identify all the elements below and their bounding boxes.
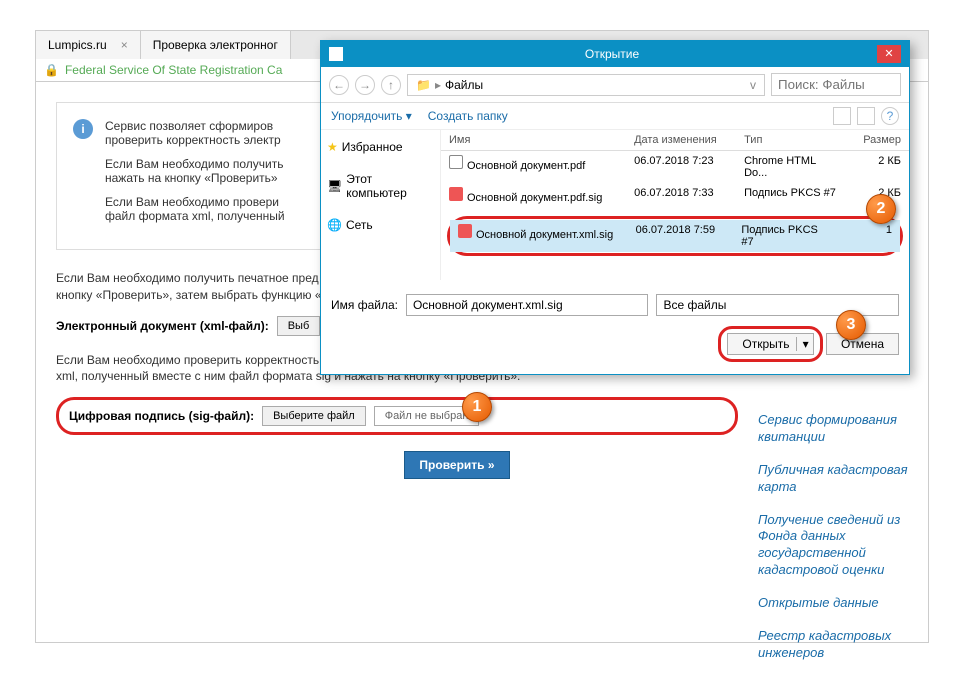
search-input[interactable] [771, 73, 901, 96]
sig-row: Цифровая подпись (sig-файл): Выберите фа… [56, 397, 738, 435]
view-icon[interactable] [833, 107, 851, 125]
col-size[interactable]: Размер [846, 130, 909, 150]
up-icon[interactable]: ↑ [381, 75, 401, 95]
app-icon [329, 47, 343, 61]
filetype-select[interactable] [656, 294, 899, 316]
url-text: Federal Service Of State Registration Ca [65, 63, 282, 77]
cancel-button[interactable]: Отмена [826, 333, 899, 355]
tree-network[interactable]: 🌐 Сеть [327, 214, 434, 236]
sidebar-map[interactable]: Публичная кадастровая карта [758, 462, 908, 496]
close-button[interactable]: ✕ [877, 45, 901, 63]
dialog-toolbar: Упорядочить ▾ Создать папку ? [321, 103, 909, 130]
preview-icon[interactable] [857, 107, 875, 125]
organize-menu[interactable]: Упорядочить ▾ [331, 109, 412, 123]
verify-button[interactable]: Проверить » [404, 451, 509, 479]
file-list: Имя Дата изменения Тип Размер Основной д… [441, 130, 909, 280]
lock-icon: 🔒 [44, 63, 59, 77]
file-open-dialog: Открытие ✕ ← → ↑ 📁 ▸ Файлы v Упорядочить… [320, 40, 910, 375]
info-icon: i [73, 119, 93, 139]
callout-1: 1 [462, 392, 492, 422]
breadcrumb[interactable]: 📁 ▸ Файлы v [407, 74, 765, 96]
col-type[interactable]: Тип [736, 130, 846, 150]
file-row[interactable]: Основной документ.pdf.sig 06.07.2018 7:3… [441, 183, 909, 208]
callout-2: 2 [866, 194, 896, 224]
help-icon[interactable]: ? [881, 107, 899, 125]
dialog-titlebar: Открытие ✕ [321, 41, 909, 67]
close-icon[interactable]: × [121, 38, 128, 52]
tree-computer[interactable]: 🖥 Этот компьютер [327, 168, 434, 204]
open-button[interactable]: Открыть▾ [727, 333, 813, 355]
pdf-icon [449, 155, 463, 169]
xml-label: Электронный документ (xml-файл): [56, 319, 269, 333]
xml-choose-button[interactable]: Выб [277, 316, 321, 336]
tree-favorites[interactable]: ★Избранное [327, 136, 434, 158]
callout-3: 3 [836, 310, 866, 340]
tab-label: Lumpics.ru [48, 38, 107, 52]
sig-icon [458, 224, 472, 238]
dialog-title: Открытие [349, 47, 875, 61]
forward-icon[interactable]: → [355, 75, 375, 95]
nav-tree: ★Избранное 🖥 Этот компьютер 🌐 Сеть [321, 130, 441, 280]
tab-verify[interactable]: Проверка электронног [141, 31, 291, 59]
col-date[interactable]: Дата изменения [626, 130, 736, 150]
folder-icon: 📁 [416, 78, 431, 92]
col-name[interactable]: Имя [441, 130, 626, 150]
sidebar-fund[interactable]: Получение сведений из Фонда данных госуд… [758, 512, 908, 580]
file-row-selected[interactable]: Основной документ.xml.sig 06.07.2018 7:5… [450, 220, 900, 252]
dialog-footer: Имя файла: Открыть▾ Отмена [321, 280, 909, 374]
tab-lumpics[interactable]: Lumpics.ru × [36, 31, 141, 59]
sidebar-engineers[interactable]: Реестр кадастровых инженеров [758, 628, 908, 662]
filename-input[interactable] [406, 294, 649, 316]
star-icon: ★ [327, 140, 338, 154]
highlight-ring-2: Основной документ.xml.sig 06.07.2018 7:5… [447, 216, 903, 256]
sig-choose-button[interactable]: Выберите файл [262, 406, 366, 426]
sig-label: Цифровая подпись (sig-файл): [69, 409, 254, 423]
new-folder-button[interactable]: Создать папку [428, 109, 508, 123]
dialog-nav: ← → ↑ 📁 ▸ Файлы v [321, 67, 909, 103]
sig-icon [449, 187, 463, 201]
back-icon[interactable]: ← [329, 75, 349, 95]
sidebar-kvitancii[interactable]: Сервис формирования квитанции [758, 412, 908, 446]
path-folder[interactable]: Файлы [445, 78, 483, 92]
file-row[interactable]: Основной документ.pdf 06.07.2018 7:23 Ch… [441, 151, 909, 183]
sidebar-open-data[interactable]: Открытые данные [758, 595, 908, 612]
filename-label: Имя файла: [331, 298, 398, 312]
chevron-down-icon: ▾ [796, 337, 809, 351]
highlight-ring-3: Открыть▾ [718, 326, 822, 362]
tab-label: Проверка электронног [153, 38, 278, 52]
